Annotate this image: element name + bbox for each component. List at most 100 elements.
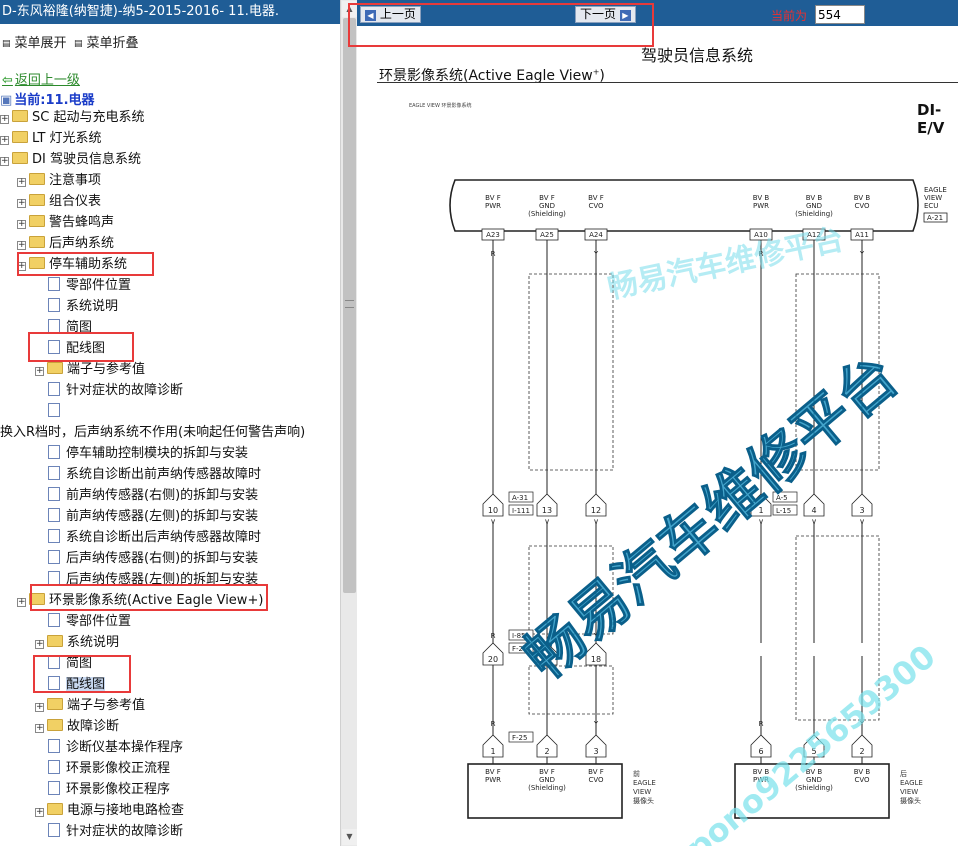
ecu-label: ECU xyxy=(924,202,938,210)
tree-folder-item[interactable]: + 后声纳系统 xyxy=(17,233,114,254)
camera-label: VIEW xyxy=(633,788,651,796)
content-pane: ◀ 上一页 下一页 ▶ 当前为 驾驶员信息系统 环景影像系统(Active Ea… xyxy=(357,0,958,846)
expand-toggle-icon[interactable]: + xyxy=(35,640,44,649)
tree-doc-item[interactable] xyxy=(35,401,66,422)
signal-label: BV F xyxy=(485,194,501,202)
menu-expand-label: 菜单展开 xyxy=(14,36,67,51)
tree-item-label: 系统自诊断出后声纳传感器故障时 xyxy=(66,530,262,545)
tree-doc-item[interactable]: 零部件位置 xyxy=(35,275,131,296)
menu-collapse-button[interactable]: ▤ 菜单折叠 xyxy=(74,32,139,51)
tree-doc-item[interactable]: 针对症状的故障诊断 xyxy=(35,380,183,401)
tree-folder-item[interactable]: + 系统说明 xyxy=(35,632,119,653)
tree-doc-item[interactable]: 后声纳传感器(右侧)的拆卸与安装 xyxy=(35,548,258,569)
current-location-label: 当前:11.电器 xyxy=(14,93,95,108)
menu-expand-button[interactable]: ▤ 菜单展开 xyxy=(2,32,67,51)
tree-item-label: 端子与参考值 xyxy=(67,362,146,377)
document-page: 驾驶员信息系统 环景影像系统(Active Eagle View+) EAGLE… xyxy=(357,26,958,846)
tree-doc-item[interactable]: 环景影像校正流程 xyxy=(35,758,170,779)
tree-item-label: DI 驾驶员信息系统 xyxy=(32,152,141,167)
connector-pin-number: 4 xyxy=(811,506,816,515)
tree-item-label: 系统说明 xyxy=(66,299,119,314)
connector-chevron: ∨ xyxy=(593,517,599,526)
folder-icon xyxy=(12,131,28,143)
tree-item-label: 零部件位置 xyxy=(66,614,132,629)
tree-doc-item[interactable]: 前声纳传感器(左侧)的拆卸与安装 xyxy=(35,506,258,527)
highlight-box xyxy=(33,655,131,693)
document-icon xyxy=(48,298,60,312)
tree-text-item[interactable]: 换入R档时，后声纳系统不作用(未响起任何警告声响) xyxy=(0,422,305,443)
folder-icon xyxy=(47,698,63,710)
splitter-grip[interactable] xyxy=(345,300,354,308)
tree-folder-item[interactable]: + SC 起动与充电系统 xyxy=(0,107,144,128)
tree-doc-item[interactable]: 诊断仪基本操作程序 xyxy=(35,737,183,758)
folder-icon xyxy=(47,635,63,647)
camera-signal-label: (Shielding) xyxy=(528,784,566,792)
tree-doc-item[interactable]: 前声纳传感器(右侧)的拆卸与安装 xyxy=(35,485,258,506)
tree-doc-item[interactable]: 系统自诊断出后声纳传感器故障时 xyxy=(35,527,261,548)
signal-label: BV B xyxy=(753,194,770,202)
document-icon xyxy=(48,613,60,627)
tree-folder-item[interactable]: + 端子与参考值 xyxy=(35,695,145,716)
expand-toggle-icon[interactable]: + xyxy=(17,178,26,187)
signal-label: CVO xyxy=(854,202,870,210)
tree-item-label: 前声纳传感器(左侧)的拆卸与安装 xyxy=(66,509,259,524)
current-page-input[interactable] xyxy=(815,5,865,24)
tree-doc-item[interactable]: 系统说明 xyxy=(35,296,118,317)
expand-toggle-icon[interactable]: + xyxy=(17,241,26,250)
document-icon xyxy=(48,529,60,543)
ecu-outline xyxy=(449,179,919,232)
connector-tag-label: A-31 xyxy=(512,494,528,502)
connector-pin-number: 3 xyxy=(593,747,598,756)
expand-toggle-icon[interactable]: + xyxy=(0,157,9,166)
connector-tag-label: F-25 xyxy=(512,734,527,742)
tree-folder-item[interactable]: + 电源与接地电路检查 xyxy=(35,800,184,821)
tree-folder-item[interactable]: + LT 灯光系统 xyxy=(0,128,102,149)
tree-doc-item[interactable]: 环景影像校正程序 xyxy=(35,779,170,800)
signal-label: GND xyxy=(806,202,822,210)
expand-toggle-icon[interactable]: + xyxy=(17,199,26,208)
expand-toggle-icon[interactable]: + xyxy=(35,703,44,712)
connector-pin-number: 20 xyxy=(488,655,498,664)
wire-color-label: R xyxy=(759,720,764,728)
expand-toggle-icon[interactable]: + xyxy=(0,136,9,145)
tree-scrollbar[interactable]: ▲ ▼ xyxy=(340,0,357,846)
camera-signal-label: CVO xyxy=(854,776,870,784)
tree-item-label: 零部件位置 xyxy=(66,278,132,293)
wire-color-label: R xyxy=(491,632,496,640)
document-icon xyxy=(48,277,60,291)
expand-toggle-icon[interactable]: + xyxy=(35,367,44,376)
tree-folder-item[interactable]: + 故障诊断 xyxy=(35,716,119,737)
connector-pin-number: 2 xyxy=(859,747,864,756)
signal-label: BV B xyxy=(806,194,823,202)
signal-label: (Shielding) xyxy=(528,210,566,218)
connector-pin-number: 3 xyxy=(859,506,864,515)
expand-toggle-icon[interactable]: + xyxy=(35,724,44,733)
list-icon: ▤ xyxy=(2,39,11,49)
tree-folder-item[interactable]: + 端子与参考值 xyxy=(35,359,145,380)
tree-doc-item[interactable]: 系统自诊断出前声纳传感器故障时 xyxy=(35,464,261,485)
connector-pin-number: 13 xyxy=(542,506,552,515)
expand-toggle-icon[interactable]: + xyxy=(17,598,26,607)
tree-doc-item[interactable]: 停车辅助控制模块的拆卸与安装 xyxy=(35,443,248,464)
tree-folder-item[interactable]: + DI 驾驶员信息系统 xyxy=(0,149,141,170)
scroll-down-arrow-icon[interactable]: ▼ xyxy=(342,829,357,845)
folder-icon xyxy=(12,152,28,164)
tree-folder-item[interactable]: + 组合仪表 xyxy=(17,191,101,212)
tree-folder-item[interactable]: + 警告蜂鸣声 xyxy=(17,212,114,233)
back-link[interactable]: ⇦ 返回上一级 xyxy=(2,69,80,88)
tree-doc-item[interactable]: 针对症状的故障诊断 xyxy=(35,821,183,842)
tree-pane: D-东风裕隆(纳智捷)-纳5-2015-2016- 11.电器. ▤ 菜单展开 ▤… xyxy=(0,0,340,846)
expand-toggle-icon[interactable]: + xyxy=(0,115,9,124)
app-window: D-东风裕隆(纳智捷)-纳5-2015-2016- 11.电器. ▤ 菜单展开 ▤… xyxy=(0,0,958,846)
expand-toggle-icon[interactable]: + xyxy=(35,808,44,817)
back-link-label: 返回上一级 xyxy=(14,73,80,88)
camera-label: 前 xyxy=(633,769,640,778)
document-icon xyxy=(48,466,60,480)
signal-label: CVO xyxy=(588,202,604,210)
tree-doc-item[interactable]: 零部件位置 xyxy=(35,611,131,632)
signal-label: PWR xyxy=(753,202,769,210)
folder-icon xyxy=(29,173,45,185)
tree-folder-item[interactable]: + 注意事项 xyxy=(17,170,101,191)
tree-item-label: 环景影像校正程序 xyxy=(66,782,171,797)
expand-toggle-icon[interactable]: + xyxy=(17,220,26,229)
